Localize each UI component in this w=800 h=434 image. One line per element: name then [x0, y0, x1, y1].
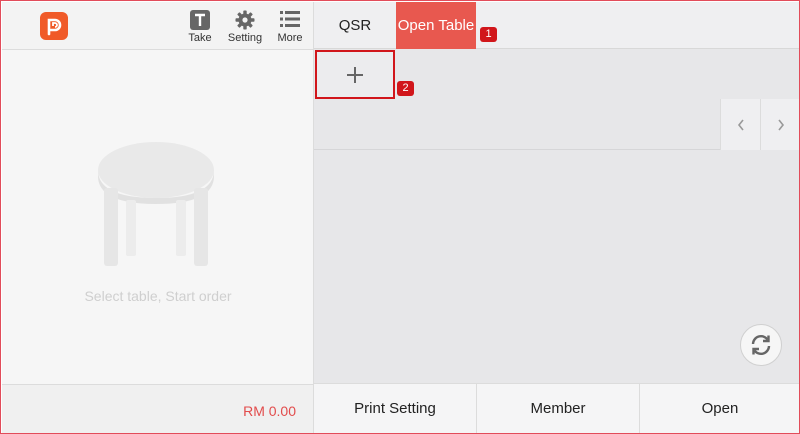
annotation-badge-1: 1 [480, 27, 497, 42]
table-pager [314, 99, 799, 150]
open-button[interactable]: Open [640, 384, 799, 433]
refresh-button[interactable] [740, 324, 782, 366]
tab-open-table[interactable]: Open Table [396, 2, 476, 49]
chevron-right-icon [777, 119, 784, 130]
print-setting-button[interactable]: Print Setting [314, 384, 477, 433]
tab-bar: QSR Open Table 1 [314, 2, 799, 49]
refresh-icon [751, 335, 771, 355]
plus-icon [347, 66, 363, 83]
add-table-button[interactable] [315, 50, 395, 99]
prev-page-button[interactable] [720, 99, 760, 150]
more-label: More [277, 32, 303, 44]
order-total: RM 0.00 [243, 403, 296, 419]
chevron-left-icon [737, 119, 744, 130]
next-page-button[interactable] [760, 99, 799, 150]
order-panel: Take Setting More Select table, Start or… [2, 2, 314, 433]
setting-label: Setting [227, 32, 263, 44]
table-icon [98, 142, 214, 266]
order-total-bar: RM 0.00 [2, 384, 314, 433]
annotation-badge-2: 2 [397, 81, 414, 96]
table-panel: QSR Open Table 1 2 Print Setting Member … [314, 2, 799, 433]
app-logo-icon[interactable] [40, 12, 68, 40]
member-button[interactable]: Member [477, 384, 640, 433]
take-label: Take [188, 32, 212, 44]
take-button[interactable]: Take [178, 10, 222, 46]
list-icon [280, 10, 300, 33]
empty-order-state: Select table, Start order [2, 50, 314, 384]
toolbar: Take Setting More [2, 2, 314, 50]
empty-state-text: Select table, Start order [84, 288, 232, 304]
setting-button[interactable]: Setting [223, 10, 267, 46]
tab-qsr[interactable]: QSR [314, 2, 396, 49]
more-button[interactable]: More [268, 10, 312, 46]
action-bar: Print Setting Member Open [314, 383, 799, 433]
app-window: Take Setting More Select table, Start or… [0, 0, 800, 434]
